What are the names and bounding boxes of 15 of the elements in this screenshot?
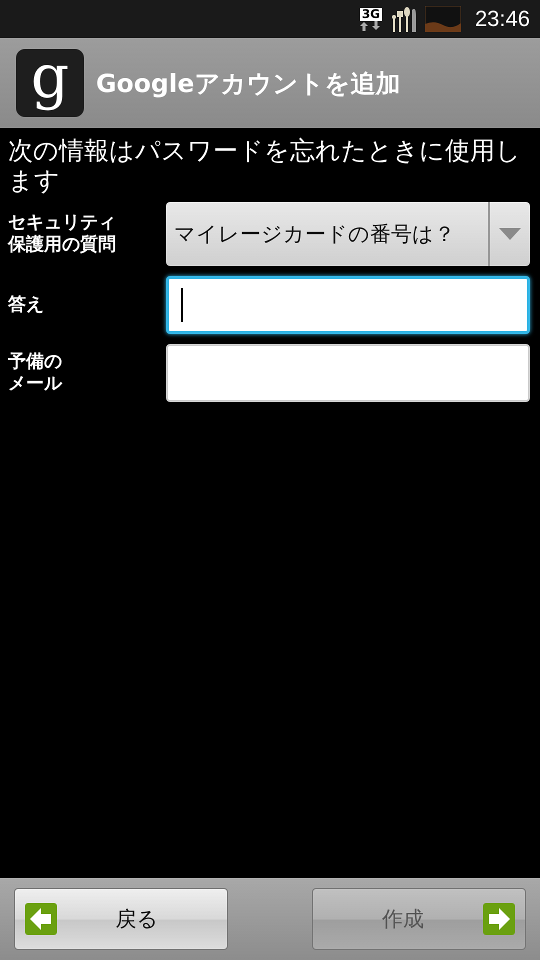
- cutlery-icon: [390, 6, 417, 32]
- email-field[interactable]: [166, 344, 530, 402]
- field-label: 予備のメール: [8, 351, 64, 395]
- field-label: セキュリティ保護用の質問: [8, 212, 117, 256]
- answer-field[interactable]: [166, 276, 530, 334]
- network-type: 3G: [360, 8, 382, 20]
- back-button[interactable]: 戻る: [14, 888, 228, 950]
- clock-time: 23:46: [474, 6, 530, 32]
- screen-title: Googleアカウントを追加: [96, 68, 400, 100]
- intro-text: 次の情報はパスワードを忘れたときに使用します: [8, 136, 522, 196]
- field-label: 答え: [8, 294, 45, 316]
- app-logo: g: [16, 49, 84, 117]
- wallpaper-thumbnail-icon: [424, 6, 461, 32]
- caret-icon: [499, 228, 521, 240]
- question-dropdown[interactable]: マイレージカードの番号は？: [166, 202, 530, 266]
